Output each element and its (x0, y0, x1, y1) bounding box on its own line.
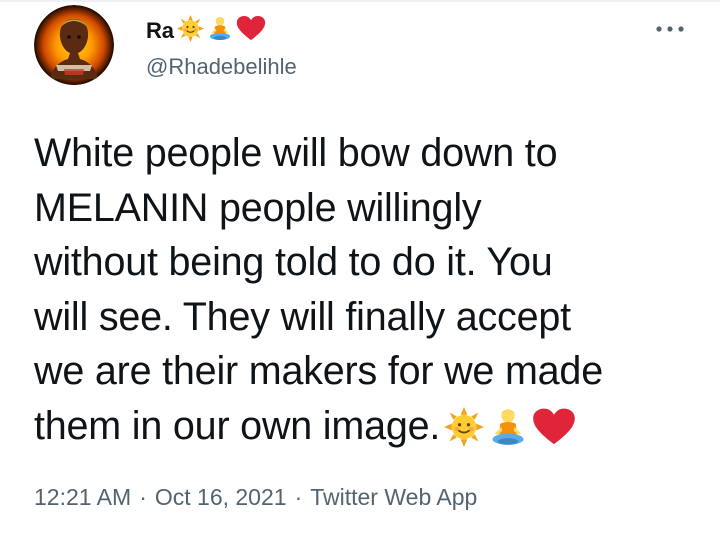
tweet-source[interactable]: Twitter Web App (310, 484, 477, 511)
tweet-date[interactable]: Oct 16, 2021 (155, 484, 287, 511)
tweet-meta: 12:21 AM · Oct 16, 2021 · Twitter Web Ap… (34, 484, 477, 511)
person-in-lotus-position-emoji-icon (207, 15, 233, 47)
red-heart-emoji-icon (533, 408, 575, 444)
sun-with-face-emoji-icon (444, 406, 485, 447)
meta-separator: · (294, 484, 303, 510)
tweet-body: White people will bow down to MELANIN pe… (34, 131, 603, 448)
more-options-icon (656, 26, 684, 32)
sun-with-face-emoji-icon (176, 15, 204, 47)
display-name[interactable]: Ra (146, 18, 174, 44)
author-handle[interactable]: @Rhadebelihle (146, 54, 297, 80)
avatar[interactable] (34, 5, 114, 85)
person-in-lotus-position-emoji-icon (492, 408, 524, 445)
divider (0, 0, 720, 2)
author-name-row[interactable]: Ra (146, 14, 266, 48)
tweet-text: White people will bow down to MELANIN pe… (34, 126, 706, 461)
meta-separator: · (139, 484, 147, 510)
tweet-card: Ra @Rhadebelihle White people will bow d… (0, 0, 720, 545)
tweet-emojis (444, 406, 580, 462)
more-options-button[interactable] (650, 16, 690, 42)
tweet-time[interactable]: 12:21 AM (34, 484, 131, 511)
red-heart-emoji-icon (236, 15, 266, 47)
